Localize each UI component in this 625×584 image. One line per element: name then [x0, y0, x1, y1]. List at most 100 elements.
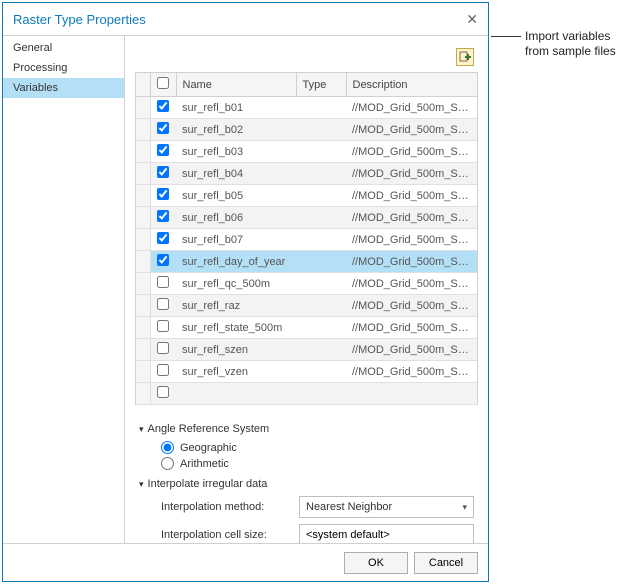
cell-description[interactable]: //MOD_Grid_500m_Surface_Ref...: [346, 185, 477, 207]
col-type[interactable]: Type: [296, 73, 346, 97]
cell-description[interactable]: //MOD_Grid_500m_Surface_Ref...: [346, 141, 477, 163]
cell-name[interactable]: sur_refl_raz: [176, 295, 296, 317]
row-handle[interactable]: [136, 163, 150, 185]
cell-name[interactable]: sur_refl_vzen: [176, 361, 296, 383]
col-check-all[interactable]: [150, 73, 176, 97]
interp-cell-input[interactable]: [299, 524, 474, 543]
cell-description[interactable]: //MOD_Grid_500m_Surface_Ref...: [346, 163, 477, 185]
interp-method-select[interactable]: Nearest Neighbor ▾: [299, 496, 474, 518]
cell-type[interactable]: [296, 339, 346, 361]
row-checkbox[interactable]: [157, 342, 169, 354]
row-checkbox[interactable]: [157, 188, 169, 200]
row-handle[interactable]: [136, 317, 150, 339]
row-checkbox[interactable]: [157, 100, 169, 112]
row-handle[interactable]: [136, 207, 150, 229]
table-row[interactable]: sur_refl_b05 //MOD_Grid_500m_Surface_Ref.…: [136, 185, 477, 207]
table-row[interactable]: sur_refl_b04 //MOD_Grid_500m_Surface_Ref.…: [136, 163, 477, 185]
row-handle[interactable]: [136, 97, 150, 119]
sidebar-item-processing[interactable]: Processing: [3, 58, 124, 78]
row-handle[interactable]: [136, 251, 150, 273]
table-row[interactable]: sur_refl_b01 //MOD_Grid_500m_Surface_Ref.…: [136, 97, 477, 119]
col-description[interactable]: Description: [346, 73, 477, 97]
row-checkbox[interactable]: [157, 298, 169, 310]
cell-type[interactable]: [296, 317, 346, 339]
cell-name[interactable]: sur_refl_qc_500m: [176, 273, 296, 295]
cell-description[interactable]: //MOD_Grid_500m_Surface_Ref...: [346, 339, 477, 361]
section-interpolate[interactable]: ▾ Interpolate irregular data: [139, 478, 474, 490]
cell-type[interactable]: [296, 229, 346, 251]
row-handle[interactable]: [136, 383, 150, 405]
cell-name[interactable]: sur_refl_b06: [176, 207, 296, 229]
row-checkbox[interactable]: [157, 144, 169, 156]
table-row[interactable]: [136, 383, 477, 405]
cell-type[interactable]: [296, 141, 346, 163]
cell-description[interactable]: //MOD_Grid_500m_Surface_Ref...: [346, 207, 477, 229]
cell-description[interactable]: //MOD_Grid_500m_Surface_Ref...: [346, 229, 477, 251]
cell-description[interactable]: //MOD_Grid_500m_Surface_Ref...: [346, 97, 477, 119]
table-row[interactable]: sur_refl_b07 //MOD_Grid_500m_Surface_Ref.…: [136, 229, 477, 251]
cell-description[interactable]: //MOD_Grid_500m_Surface_Ref...: [346, 361, 477, 383]
cell-type[interactable]: [296, 207, 346, 229]
radio-geographic[interactable]: [161, 441, 174, 454]
cancel-button[interactable]: Cancel: [414, 552, 478, 574]
cell-name[interactable]: sur_refl_b05: [176, 185, 296, 207]
cell-type[interactable]: [296, 251, 346, 273]
table-row[interactable]: sur_refl_b06 //MOD_Grid_500m_Surface_Ref.…: [136, 207, 477, 229]
row-checkbox[interactable]: [157, 166, 169, 178]
sidebar-item-general[interactable]: General: [3, 38, 124, 58]
row-handle[interactable]: [136, 339, 150, 361]
radio-arithmetic[interactable]: [161, 457, 174, 470]
cell-type[interactable]: [296, 273, 346, 295]
cell-description[interactable]: //MOD_Grid_500m_Surface_Ref...: [346, 295, 477, 317]
cell-description[interactable]: [346, 383, 477, 405]
row-handle[interactable]: [136, 361, 150, 383]
close-icon[interactable]: ✕: [466, 11, 478, 28]
cell-type[interactable]: [296, 383, 346, 405]
cell-type[interactable]: [296, 185, 346, 207]
import-variables-button[interactable]: [456, 48, 474, 66]
row-checkbox[interactable]: [157, 210, 169, 222]
row-checkbox[interactable]: [157, 386, 169, 398]
sidebar-item-variables[interactable]: Variables: [3, 78, 124, 98]
row-checkbox[interactable]: [157, 364, 169, 376]
cell-type[interactable]: [296, 163, 346, 185]
cell-name[interactable]: sur_refl_day_of_year: [176, 251, 296, 273]
table-row[interactable]: sur_refl_raz //MOD_Grid_500m_Surface_Ref.…: [136, 295, 477, 317]
cell-description[interactable]: //MOD_Grid_500m_Surface_Ref...: [346, 317, 477, 339]
cell-type[interactable]: [296, 361, 346, 383]
cell-description[interactable]: //MOD_Grid_500m_Surface_Ref...: [346, 119, 477, 141]
table-row[interactable]: sur_refl_state_500m //MOD_Grid_500m_Surfa…: [136, 317, 477, 339]
cell-type[interactable]: [296, 295, 346, 317]
row-handle[interactable]: [136, 295, 150, 317]
cell-name[interactable]: sur_refl_b04: [176, 163, 296, 185]
cell-description[interactable]: //MOD_Grid_500m_Surface_Ref...: [346, 251, 477, 273]
cell-name[interactable]: sur_refl_b01: [176, 97, 296, 119]
row-handle[interactable]: [136, 229, 150, 251]
cell-name[interactable]: sur_refl_b03: [176, 141, 296, 163]
row-checkbox[interactable]: [157, 276, 169, 288]
row-checkbox[interactable]: [157, 122, 169, 134]
cell-name[interactable]: sur_refl_state_500m: [176, 317, 296, 339]
table-row[interactable]: sur_refl_qc_500m //MOD_Grid_500m_Surface_…: [136, 273, 477, 295]
section-angle-reference[interactable]: ▾ Angle Reference System: [139, 423, 474, 435]
cell-type[interactable]: [296, 97, 346, 119]
col-name[interactable]: Name: [176, 73, 296, 97]
row-handle[interactable]: [136, 185, 150, 207]
row-handle[interactable]: [136, 141, 150, 163]
row-checkbox[interactable]: [157, 232, 169, 244]
ok-button[interactable]: OK: [344, 552, 408, 574]
cell-name[interactable]: sur_refl_b02: [176, 119, 296, 141]
row-checkbox[interactable]: [157, 254, 169, 266]
cell-name[interactable]: sur_refl_b07: [176, 229, 296, 251]
cell-type[interactable]: [296, 119, 346, 141]
table-row[interactable]: sur_refl_b02 //MOD_Grid_500m_Surface_Ref.…: [136, 119, 477, 141]
table-row[interactable]: sur_refl_day_of_year //MOD_Grid_500m_Surf…: [136, 251, 477, 273]
cell-description[interactable]: //MOD_Grid_500m_Surface_Ref...: [346, 273, 477, 295]
table-row[interactable]: sur_refl_b03 //MOD_Grid_500m_Surface_Ref.…: [136, 141, 477, 163]
row-handle[interactable]: [136, 273, 150, 295]
cell-name[interactable]: sur_refl_szen: [176, 339, 296, 361]
table-row[interactable]: sur_refl_vzen //MOD_Grid_500m_Surface_Ref…: [136, 361, 477, 383]
row-handle[interactable]: [136, 119, 150, 141]
cell-name[interactable]: [176, 383, 296, 405]
row-checkbox[interactable]: [157, 320, 169, 332]
